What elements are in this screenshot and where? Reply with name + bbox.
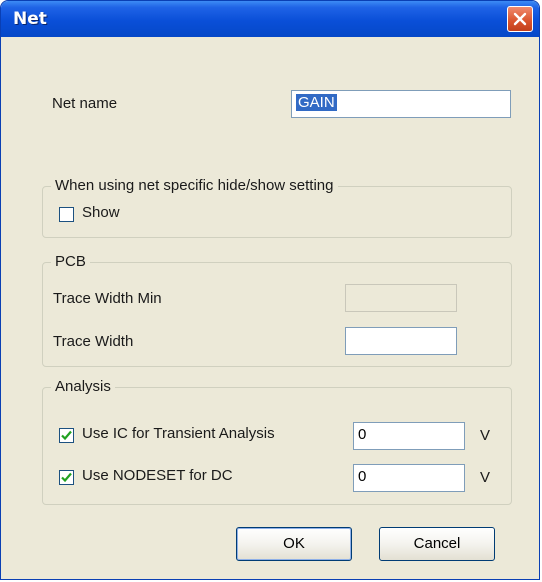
checkmark-icon — [61, 472, 72, 483]
use-nodeset-checkbox[interactable] — [59, 470, 74, 485]
use-ic-label: Use IC for Transient Analysis — [82, 425, 275, 442]
title-bar[interactable]: Net — [1, 1, 539, 37]
checkmark-icon — [61, 430, 72, 441]
use-nodeset-label: Use NODESET for DC — [82, 467, 233, 484]
net-dialog: Net Net name GAIN When using net specifi… — [0, 0, 540, 580]
net-name-input[interactable]: GAIN — [291, 90, 511, 118]
window-title: Net — [13, 9, 47, 29]
pcb-group: PCB Trace Width Min Trace Width — [42, 253, 512, 367]
nodeset-unit-label: V — [480, 469, 491, 486]
visibility-group-label: When using net specific hide/show settin… — [51, 177, 338, 194]
analysis-group-label: Analysis — [51, 378, 115, 395]
pcb-group-label: PCB — [51, 253, 90, 270]
close-icon — [513, 12, 527, 26]
trace-width-min-input[interactable] — [345, 284, 457, 312]
ic-value-input[interactable]: 0 — [353, 422, 465, 450]
trace-width-input[interactable] — [345, 327, 457, 355]
trace-width-label: Trace Width — [53, 333, 134, 350]
dialog-body: Net name GAIN When using net specific hi… — [4, 37, 536, 576]
visibility-group: When using net specific hide/show settin… — [42, 177, 512, 238]
net-name-label: Net name — [52, 95, 118, 112]
close-button[interactable] — [507, 6, 533, 32]
cancel-button[interactable]: Cancel — [379, 527, 495, 561]
show-checkbox[interactable] — [59, 207, 74, 222]
trace-width-min-label: Trace Width Min — [53, 290, 162, 307]
analysis-group: Analysis Use IC for Transient Analysis 0… — [42, 378, 512, 505]
nodeset-value-input[interactable]: 0 — [353, 464, 465, 492]
ok-button[interactable]: OK — [236, 527, 352, 561]
ic-unit-label: V — [480, 427, 491, 444]
show-label: Show — [82, 204, 120, 221]
use-ic-checkbox[interactable] — [59, 428, 74, 443]
net-name-value: GAIN — [296, 94, 337, 111]
